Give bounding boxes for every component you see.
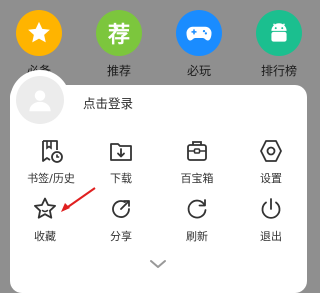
menu-item-exit[interactable]: 退出 — [241, 195, 301, 244]
app-bibei[interactable]: 必备 — [9, 10, 69, 79]
star-icon — [16, 10, 62, 56]
menu-item-bookmark-history[interactable]: 书签/历史 — [21, 137, 81, 186]
recommend-icon-glyph: 荐 — [107, 23, 130, 48]
power-icon — [261, 198, 281, 219]
app-label: 排行榜 — [260, 64, 297, 78]
app-label: 必玩 — [186, 64, 211, 78]
android-icon — [256, 10, 302, 56]
menu-item-label: 分享 — [110, 230, 132, 243]
menu-item-share[interactable]: 分享 — [91, 195, 151, 244]
settings-icon — [260, 140, 282, 162]
menu-item-toolbox[interactable]: 百宝箱 — [167, 137, 227, 186]
gamepad-icon — [176, 10, 222, 56]
share-icon — [112, 200, 130, 218]
annotation-arrow-icon — [61, 187, 96, 212]
chevron-down-icon[interactable] — [148, 258, 168, 270]
recommend-icon: 荐 — [96, 10, 142, 56]
menu-item-label: 书签/历史 — [27, 172, 75, 185]
avatar-icon — [16, 76, 64, 124]
toolbox-icon — [187, 141, 207, 161]
menu-item-label: 下载 — [110, 172, 132, 185]
menu-item-download[interactable]: 下载 — [91, 137, 151, 186]
menu-item-label: 设置 — [260, 172, 282, 185]
app-label: 推荐 — [106, 64, 131, 78]
menu-item-label: 退出 — [260, 230, 282, 243]
login-avatar[interactable] — [10, 70, 70, 130]
bookmark-history-icon — [42, 140, 63, 163]
menu-item-label: 百宝箱 — [180, 172, 214, 185]
app-tuijian[interactable]: 荐 推荐 — [89, 10, 149, 79]
login-label[interactable]: 点击登录 — [83, 93, 133, 112]
app-biwan[interactable]: 必玩 — [169, 10, 229, 79]
menu-item-refresh[interactable]: 刷新 — [167, 195, 227, 244]
menu-item-label: 刷新 — [186, 230, 208, 243]
download-icon — [110, 143, 132, 161]
menu-item-settings[interactable]: 设置 — [241, 137, 301, 186]
refresh-icon — [187, 199, 207, 219]
app-paihangbang[interactable]: 排行榜 — [249, 10, 309, 79]
menu-item-label: 收藏 — [34, 230, 56, 243]
